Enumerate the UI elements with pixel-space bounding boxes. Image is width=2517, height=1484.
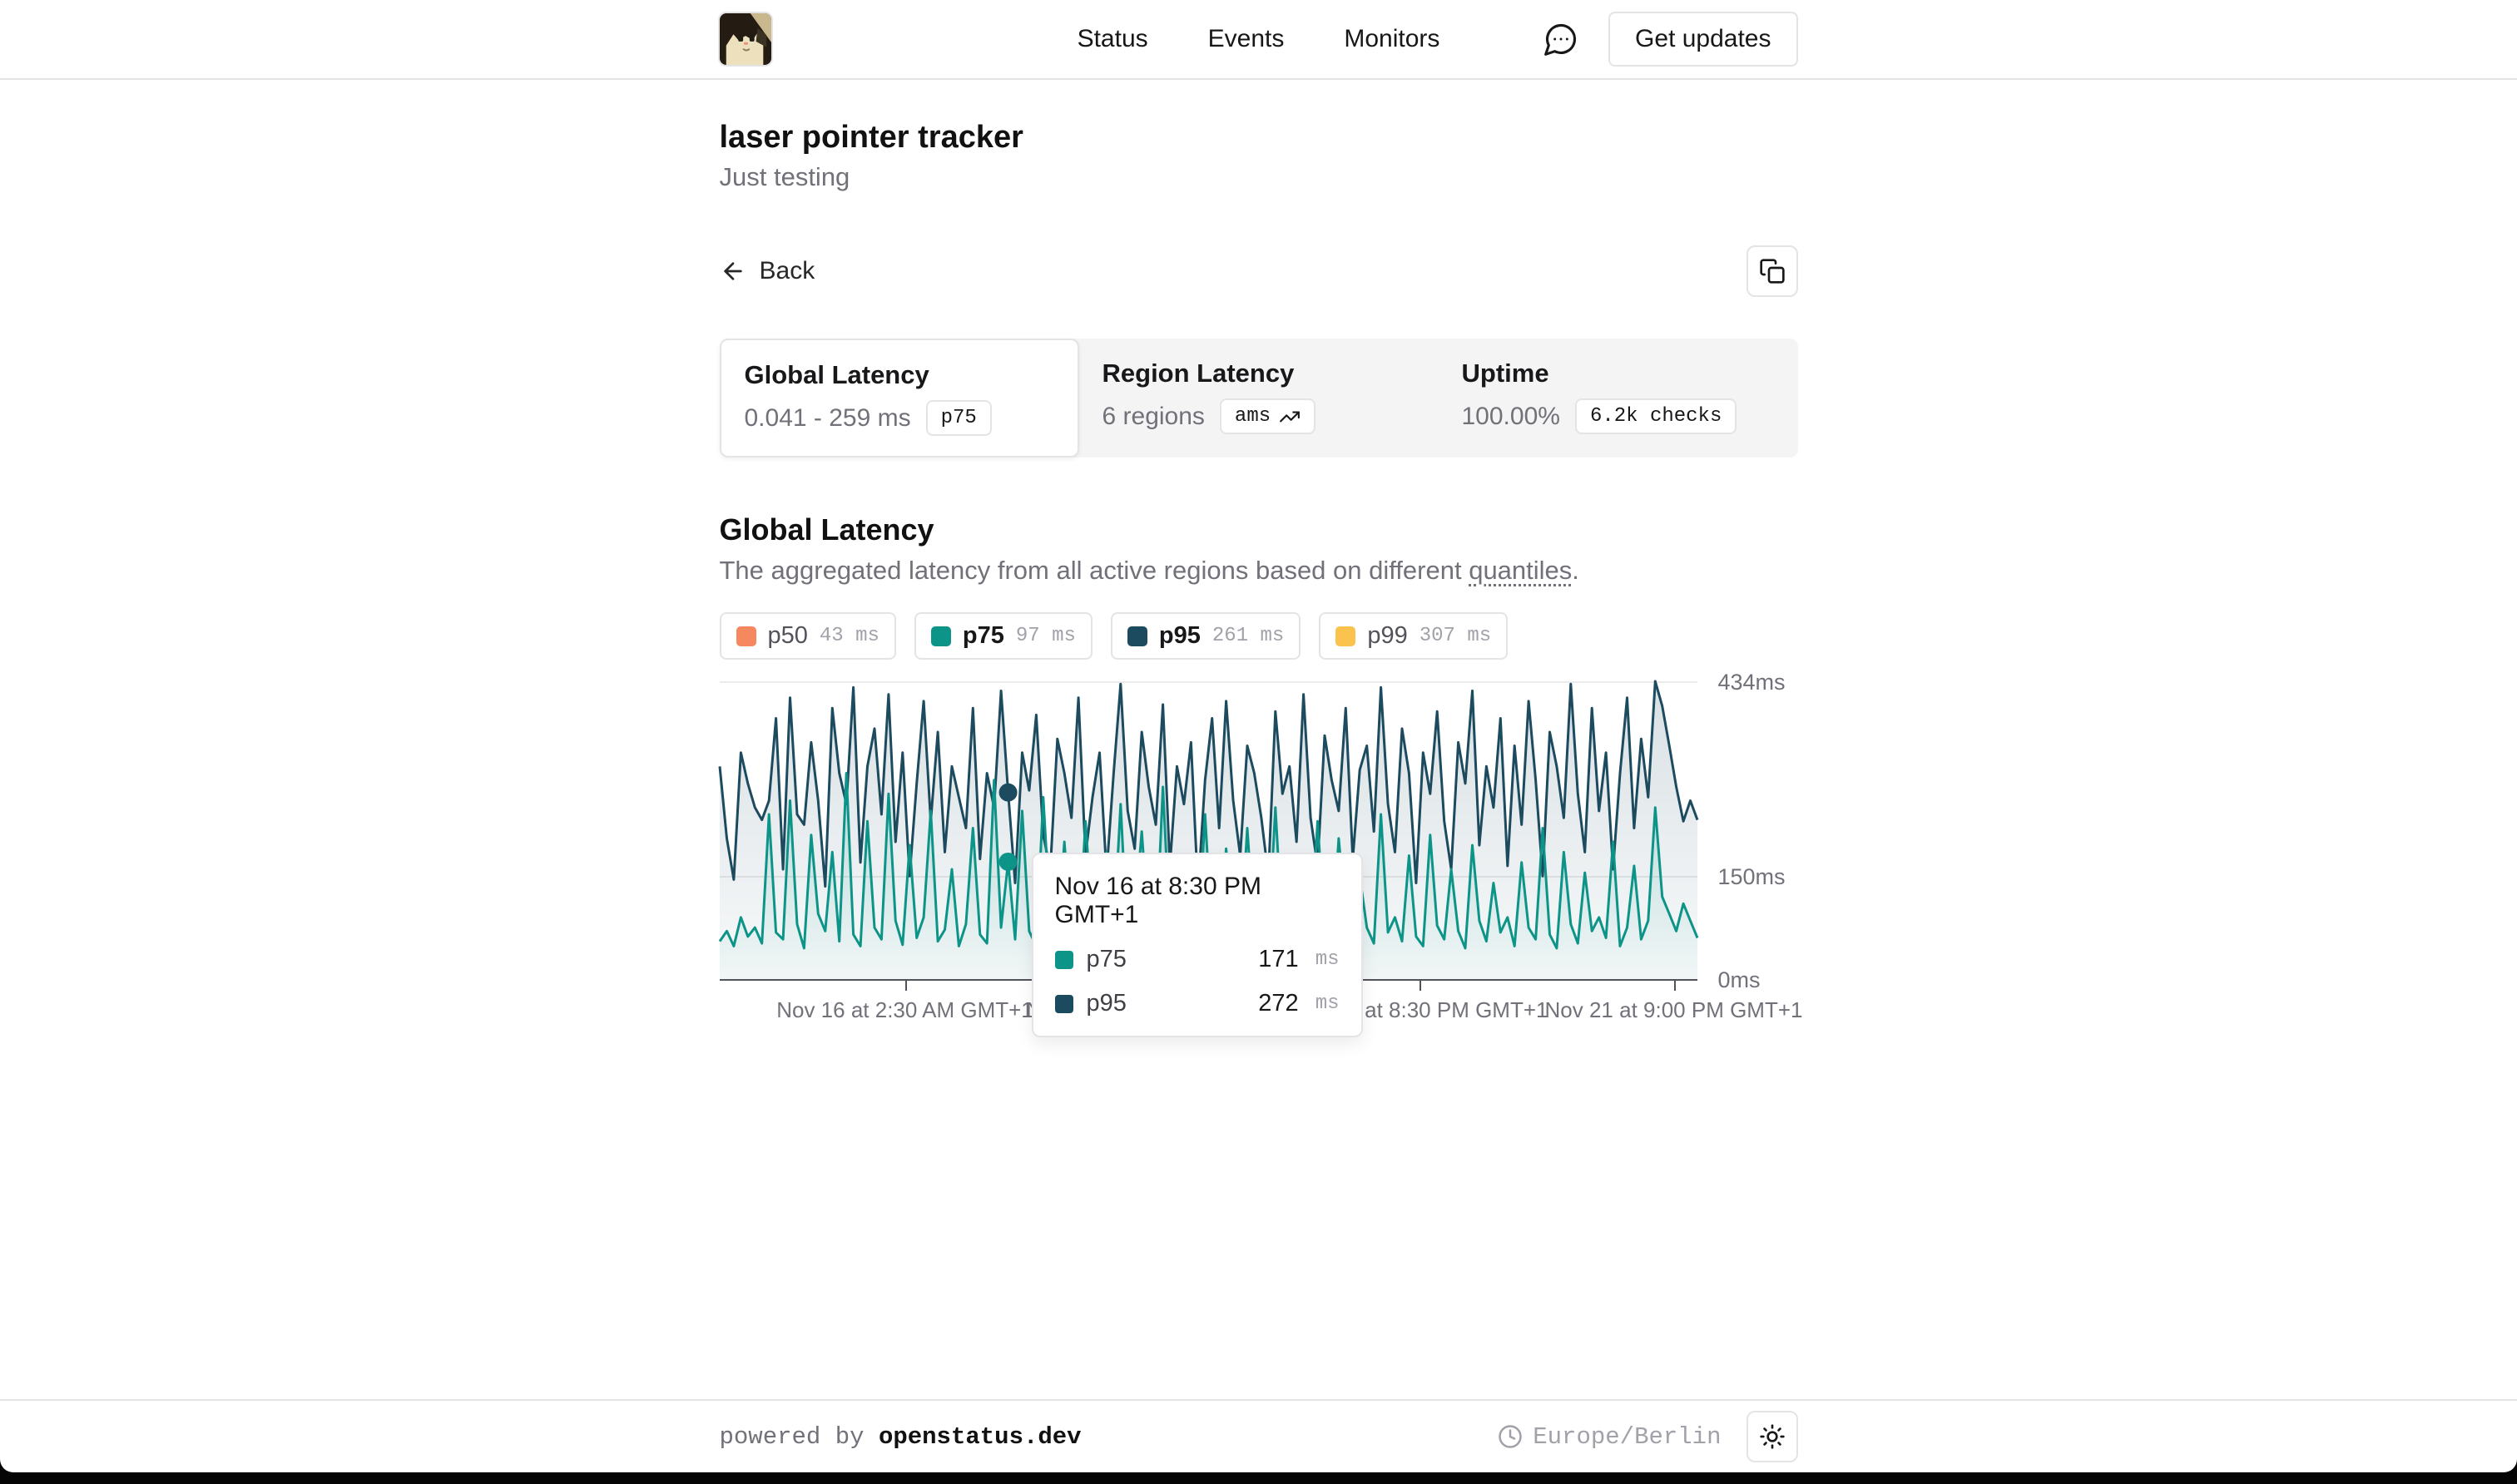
quantiles-link[interactable]: quantiles (1469, 556, 1572, 585)
page-title: laser pointer tracker (720, 120, 1798, 156)
openstatus-link[interactable]: openstatus.dev (879, 1423, 1082, 1451)
page-subtitle: Just testing (720, 162, 1798, 192)
theme-toggle-button[interactable] (1747, 1411, 1798, 1462)
quantile-legend: p50 43 ms p75 97 ms p95 261 ms p99 307 m… (720, 612, 1798, 660)
legend-chip-p75[interactable]: p75 97 ms (914, 612, 1093, 660)
region-badge: ams (1220, 398, 1315, 434)
copy-icon (1759, 258, 1786, 284)
p50-swatch (736, 626, 756, 646)
nav-link-status[interactable]: Status (1078, 25, 1148, 53)
clock-icon (1498, 1424, 1523, 1449)
tab-title: Uptime (1462, 359, 1775, 388)
legend-chip-p50[interactable]: p50 43 ms (720, 612, 896, 660)
tab-title: Global Latency (745, 360, 1054, 390)
p75-swatch (1055, 951, 1073, 969)
p75-swatch (931, 626, 951, 646)
tooltip-row-p75: p75 171 ms (1055, 946, 1340, 973)
cat-avatar (720, 13, 771, 65)
checks-badge: 6.2k checks (1575, 398, 1737, 434)
page: Status Events Monitors Get updates la (0, 0, 2517, 1472)
feedback-chat-button[interactable] (1542, 20, 1580, 58)
timezone: Europe/Berlin (1498, 1423, 1721, 1451)
get-updates-button[interactable]: Get updates (1608, 12, 1797, 67)
tab-region-latency[interactable]: Region Latency 6 regions ams (1079, 339, 1439, 458)
tab-value: 0.041 - 259 ms (745, 404, 911, 433)
x-tick-label: Nov 21 at 9:00 PM GMT+1 (1545, 997, 1803, 1023)
trending-up-icon (1279, 406, 1301, 428)
y-tick-label: 0ms (1718, 967, 1761, 993)
navbar: Status Events Monitors Get updates (0, 0, 2517, 80)
x-tick (905, 981, 907, 991)
arrow-left-icon (720, 258, 746, 284)
tab-value: 100.00% (1462, 403, 1560, 431)
back-label: Back (760, 257, 815, 285)
p75-hover-dot (998, 853, 1017, 871)
p95-swatch (1055, 995, 1073, 1013)
y-tick-label: 150ms (1718, 864, 1786, 890)
copy-link-button[interactable] (1747, 245, 1798, 297)
nav-link-monitors[interactable]: Monitors (1344, 25, 1439, 53)
nav-links: Status Events Monitors (1078, 25, 1440, 53)
chart-tooltip: Nov 16 at 8:30 PM GMT+1 p75 171 ms p95 2… (1032, 853, 1363, 1037)
tab-title: Region Latency (1102, 359, 1415, 388)
tooltip-row-p95: p95 272 ms (1055, 990, 1340, 1017)
y-tick-label: 434ms (1718, 670, 1786, 695)
section-description: The aggregated latency from all active r… (720, 556, 1798, 586)
chart-plot-area[interactable]: Nov 16 at 2:30 AM GMT+1 Nov 17 at 11:30 … (720, 681, 1697, 979)
footer: powered by openstatus.dev Europe/Berlin (0, 1399, 2517, 1472)
message-bubble-icon (1543, 21, 1579, 57)
x-tick (1674, 981, 1676, 991)
tooltip-title: Nov 16 at 8:30 PM GMT+1 (1055, 873, 1340, 929)
section-title: Global Latency (720, 512, 1798, 547)
x-tick-label: Nov 16 at 2:30 AM GMT+1 (776, 997, 1033, 1023)
latency-chart[interactable]: Nov 16 at 2:30 AM GMT+1 Nov 17 at 11:30 … (720, 681, 1798, 1039)
powered-by: powered by openstatus.dev (720, 1423, 1082, 1451)
x-tick (1420, 981, 1421, 991)
tab-global-latency[interactable]: Global Latency 0.041 - 259 ms p75 (720, 339, 1079, 458)
back-link[interactable]: Back (720, 257, 815, 285)
quantile-badge: p75 (926, 400, 992, 436)
stat-tabs: Global Latency 0.041 - 259 ms p75 Region… (720, 339, 1798, 458)
legend-chip-p99[interactable]: p99 307 ms (1319, 612, 1508, 660)
tab-value: 6 regions (1102, 403, 1205, 431)
p95-swatch (1127, 626, 1147, 646)
p95-hover-dot (998, 784, 1017, 802)
tab-uptime[interactable]: Uptime 100.00% 6.2k checks (1439, 339, 1798, 458)
nav-link-events[interactable]: Events (1208, 25, 1285, 53)
sun-icon (1759, 1423, 1786, 1450)
p99-swatch (1335, 626, 1355, 646)
legend-chip-p95[interactable]: p95 261 ms (1111, 612, 1301, 660)
